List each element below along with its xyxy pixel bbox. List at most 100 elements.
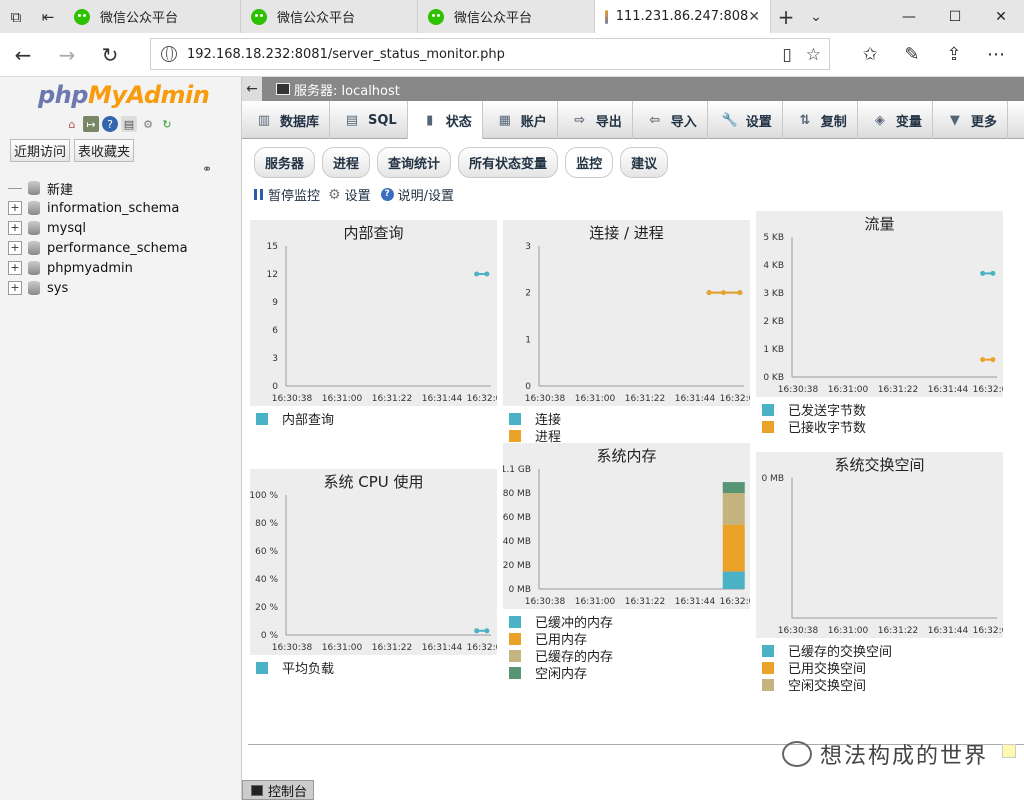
- pause-monitor-link[interactable]: 暂停监控: [268, 185, 320, 204]
- close-tab-icon[interactable]: ✕: [748, 9, 760, 25]
- tab-variables[interactable]: ◈ 变量: [858, 101, 933, 139]
- chart-plot-area[interactable]: 15 12 9 6 3 0 16:30:38 16:31:00 16:31:22 16:31:44…: [250, 220, 497, 406]
- link-chain-icon[interactable]: ⚭: [202, 162, 212, 176]
- subtab[interactable]: 监控: [565, 147, 614, 178]
- legend-item[interactable]: 已缓存的内存: [509, 647, 613, 665]
- favorite-star-icon[interactable]: ☆: [806, 45, 821, 65]
- help-icon[interactable]: ?: [102, 116, 118, 132]
- x-tick-label: 16:32:0: [720, 394, 750, 404]
- tab-title: 微信公众平台: [277, 11, 356, 26]
- tab-export[interactable]: ⇨ 导出: [558, 101, 633, 139]
- monitor-help-link[interactable]: 说明/设置: [398, 185, 454, 204]
- new-database-icon: [28, 181, 40, 195]
- url-field[interactable]: 192.168.18.232:8081/server_status_monito…: [150, 38, 830, 70]
- tree-item[interactable]: + information_schema: [8, 198, 188, 218]
- phpmyadmin-logo[interactable]: phpMyAdmin: [38, 81, 210, 109]
- subtab[interactable]: 建议: [620, 147, 669, 178]
- legend-item[interactable]: 空闲内存: [509, 664, 613, 682]
- subtab[interactable]: 所有状态变量: [458, 147, 559, 178]
- legend-item[interactable]: 已缓存的交换空间: [762, 642, 892, 660]
- status-subtabs: 服务器 进程 查询统计 所有状态变量 监控 建议: [254, 147, 669, 178]
- stack-segment: [722, 571, 745, 589]
- chart-plot-area[interactable]: 5 KB 4 KB 3 KB 2 KB 1 KB 0 KB 16:30:38 16:31:00…: [756, 211, 1003, 397]
- sql-icon: ▤: [345, 112, 359, 128]
- tab-wrench[interactable]: 🔧 设置: [708, 101, 783, 139]
- subtab[interactable]: 服务器: [254, 147, 316, 178]
- tab-manager-icon[interactable]: ⧉: [0, 0, 32, 33]
- close-window-icon[interactable]: ✕: [978, 0, 1024, 33]
- tab-sql[interactable]: ▤ SQL: [330, 101, 408, 139]
- legend-item[interactable]: 已缓冲的内存: [509, 613, 613, 631]
- legend-item[interactable]: 内部查询: [256, 410, 334, 428]
- expand-plus-icon[interactable]: +: [8, 281, 22, 295]
- browser-tab[interactable]: 微信公众平台: [241, 0, 418, 33]
- reading-view-icon[interactable]: ▯: [782, 45, 791, 65]
- logout-icon[interactable]: ↦: [83, 116, 99, 132]
- legend-item[interactable]: 连接: [509, 410, 561, 428]
- back-icon[interactable]: ←: [8, 40, 38, 70]
- expand-plus-icon[interactable]: +: [8, 221, 22, 235]
- monitor-settings-link[interactable]: 设置: [345, 185, 371, 204]
- legend-item[interactable]: 已用内存: [509, 630, 613, 648]
- y-tick-label: 80 %: [255, 519, 278, 529]
- expand-plus-icon[interactable]: +: [8, 261, 22, 275]
- legend-item[interactable]: 已发送字节数: [762, 401, 866, 419]
- tab-import[interactable]: ⇦ 导入: [633, 101, 708, 139]
- legend-swatch: [509, 429, 521, 442]
- recent-button[interactable]: 近期访问: [10, 139, 71, 162]
- server-crumb[interactable]: 服务器: localhost: [294, 80, 400, 99]
- legend-item[interactable]: 进程: [509, 427, 561, 445]
- favorites-button[interactable]: 表收藏夹: [74, 139, 135, 162]
- logo-text-php: php: [38, 81, 88, 109]
- favorites-hub-icon[interactable]: ✩: [856, 40, 884, 68]
- legend-item[interactable]: 空闲交换空间: [762, 676, 892, 694]
- share-icon[interactable]: ⇪: [940, 40, 968, 68]
- settings-gear-icon[interactable]: ⚙: [140, 116, 156, 132]
- y-tick-label: 20 %: [255, 603, 278, 613]
- chart-plot-area[interactable]: 100 % 80 % 60 % 40 % 20 % 0 % 16:30:38 16:31:00…: [250, 469, 497, 655]
- tree-item[interactable]: 新建: [8, 178, 188, 198]
- chart-plot-area[interactable]: 1.1 GB 880 MB 660 MB 440 MB 220 MB 0 MB 16:30:…: [503, 443, 750, 609]
- chart-legend: 已缓存的交换空间 已用交换空间 空闲交换空间: [762, 642, 892, 694]
- legend-item[interactable]: 已用交换空间: [762, 659, 892, 677]
- tree-item-label: performance_schema: [47, 240, 188, 256]
- set-aside-tabs-icon[interactable]: ⇤: [32, 0, 64, 33]
- console-button[interactable]: 控制台: [242, 780, 314, 800]
- minimize-icon[interactable]: —: [886, 0, 932, 33]
- tab-accounts[interactable]: ▦ 账户: [483, 101, 558, 139]
- new-tab-icon[interactable]: +: [771, 0, 801, 33]
- browser-tab[interactable]: 微信公众平台: [64, 0, 241, 33]
- home-icon[interactable]: ⌂: [64, 116, 80, 132]
- chart-plot-area[interactable]: 3 2 1 0 16:30:38 16:31:00 16:31:22 16:31:44 16:3…: [503, 220, 750, 406]
- chart-plot-area[interactable]: 0 MB 16:30:38 16:31:00 16:31:22 16:31:44 16:3…: [756, 452, 1003, 638]
- tab-preview-chevron-icon[interactable]: ⌄: [801, 0, 831, 33]
- tab-replication[interactable]: ⇅ 复制: [783, 101, 858, 139]
- tree-item[interactable]: + phpmyadmin: [8, 258, 188, 278]
- browser-tab-active[interactable]: 111.231.86.247:808 ✕: [595, 0, 771, 33]
- browser-tab[interactable]: 微信公众平台: [418, 0, 595, 33]
- y-tick-label: 1: [525, 335, 531, 345]
- maximize-icon[interactable]: ☐: [932, 0, 978, 33]
- y-tick-label: 880 MB: [503, 489, 531, 499]
- tree-item[interactable]: + sys: [8, 278, 188, 298]
- tree-item[interactable]: + performance_schema: [8, 238, 188, 258]
- tree-item[interactable]: + mysql: [8, 218, 188, 238]
- refresh-icon[interactable]: ↻: [95, 40, 125, 70]
- stack-segment: [722, 524, 745, 572]
- more-dots-icon[interactable]: ⋯: [982, 40, 1010, 68]
- legend-item[interactable]: 平均负载: [256, 659, 334, 677]
- tab-database[interactable]: ▥ 数据库: [242, 101, 331, 139]
- tab-chevron-down[interactable]: ▼ 更多: [933, 101, 1008, 139]
- collapse-nav-icon[interactable]: ←: [242, 77, 262, 101]
- reload-icon[interactable]: ↻: [159, 116, 175, 132]
- subtab[interactable]: 进程: [322, 147, 371, 178]
- docs-icon[interactable]: ▤: [121, 116, 137, 132]
- expand-plus-icon[interactable]: +: [8, 201, 22, 215]
- legend-item[interactable]: 已接收字节数: [762, 418, 866, 436]
- forward-icon[interactable]: →: [52, 40, 82, 70]
- expand-plus-icon[interactable]: +: [8, 241, 22, 255]
- tab-status[interactable]: ▮ 状态: [407, 101, 483, 139]
- subtab[interactable]: 查询统计: [377, 147, 452, 178]
- chart-svg: 3 2 1 0 16:30:38 16:31:00 16:31:22 16:31:44 16:3…: [525, 242, 750, 404]
- pen-notes-icon[interactable]: ✎: [898, 40, 926, 68]
